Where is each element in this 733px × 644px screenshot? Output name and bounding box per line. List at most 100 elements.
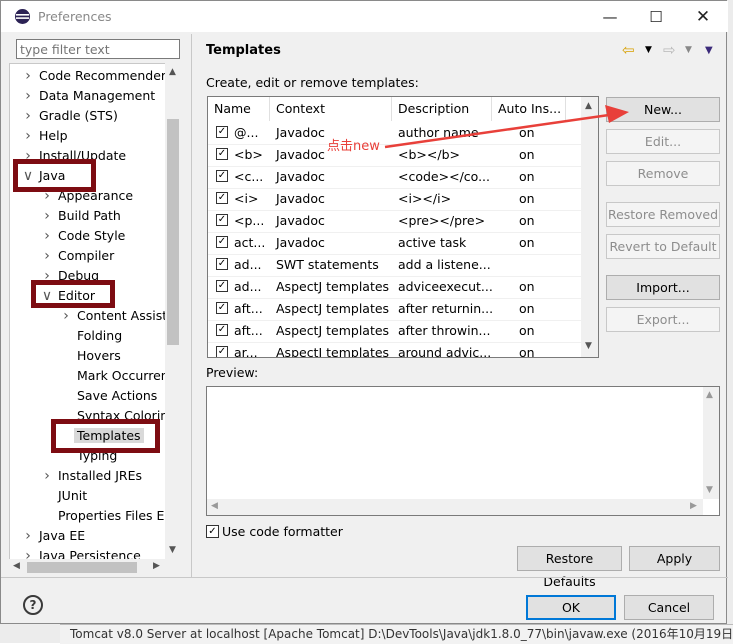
- back-arrow-icon[interactable]: ⇦: [622, 41, 635, 59]
- row-enabled-checkbox[interactable]: ✓: [216, 302, 228, 314]
- restore-defaults-button[interactable]: Restore Defaults: [517, 546, 622, 589]
- scroll-right-icon[interactable]: ▶: [153, 561, 160, 571]
- cell-auto: on: [519, 169, 535, 184]
- tree-item-label: Hovers: [77, 348, 121, 363]
- collapsed-chevron-icon[interactable]: ›: [58, 306, 74, 326]
- tree-item-label: Code Recommenders: [39, 68, 173, 83]
- remove-button[interactable]: Remove: [606, 161, 720, 186]
- collapsed-chevron-icon[interactable]: ›: [20, 106, 36, 126]
- scroll-up-icon[interactable]: ▲: [169, 67, 176, 77]
- preview-area[interactable]: [206, 386, 720, 516]
- revert-to-default-button[interactable]: Revert to Default: [606, 234, 720, 259]
- maximize-icon[interactable]: ☐: [633, 1, 679, 32]
- help-icon[interactable]: ?: [23, 595, 43, 615]
- cell-context: Javadoc: [276, 169, 325, 184]
- table-row[interactable]: ✓ <i> Javadoc <i></i> on: [208, 188, 582, 211]
- filter-input[interactable]: [16, 39, 180, 59]
- tree-item[interactable]: › Java EE: [20, 526, 88, 546]
- collapsed-chevron-icon[interactable]: ›: [20, 86, 36, 106]
- cell-context: AspectJ templates: [276, 323, 390, 338]
- scroll-left-icon[interactable]: ◀: [13, 561, 20, 571]
- preview-scroll-up-icon[interactable]: ▲: [706, 390, 713, 400]
- tree-item[interactable]: › Code Style: [39, 226, 128, 246]
- tree-item[interactable]: Folding: [58, 326, 125, 346]
- apply-button[interactable]: Apply: [629, 546, 720, 571]
- row-enabled-checkbox[interactable]: ✓: [216, 280, 228, 292]
- table-row[interactable]: ✓ aft... AspectJ templates after returnin..…: [208, 298, 582, 321]
- preferences-dialog: Preferences — ☐ ✕ ›Code Recommenders›Dat…: [0, 0, 728, 624]
- table-scroll-down-icon[interactable]: ▼: [585, 341, 592, 351]
- window-title: Preferences: [38, 9, 112, 24]
- collapsed-chevron-icon[interactable]: ›: [39, 466, 55, 486]
- ok-button[interactable]: OK: [526, 595, 616, 620]
- row-enabled-checkbox[interactable]: ✓: [216, 192, 228, 204]
- export-button[interactable]: Export...: [606, 307, 720, 332]
- tree-item-label: Content Assist: [77, 308, 168, 323]
- cancel-button[interactable]: Cancel: [624, 595, 714, 620]
- table-row[interactable]: ✓ ar... AspectJ templates around advic... on: [208, 342, 582, 357]
- collapsed-chevron-icon[interactable]: ›: [20, 126, 36, 146]
- close-icon[interactable]: ✕: [680, 1, 726, 32]
- table-row[interactable]: ✓ <p... Javadoc <pre></pre> on: [208, 210, 582, 233]
- cell-name: <i>: [234, 191, 259, 206]
- row-enabled-checkbox[interactable]: ✓: [216, 170, 228, 182]
- row-enabled-checkbox[interactable]: ✓: [216, 126, 228, 138]
- collapsed-chevron-icon[interactable]: ›: [20, 526, 36, 546]
- scroll-down-icon[interactable]: ▼: [169, 545, 176, 555]
- back-menu-icon[interactable]: ▼: [645, 45, 652, 55]
- collapsed-chevron-icon[interactable]: ›: [20, 66, 36, 86]
- tree-item[interactable]: › Help: [20, 126, 71, 146]
- cell-name: act...: [234, 235, 266, 250]
- row-enabled-checkbox[interactable]: ✓: [216, 346, 228, 357]
- highlight-templates: [51, 419, 160, 453]
- table-row[interactable]: ✓ <c... Javadoc <code></co... on: [208, 166, 582, 189]
- preview-scroll-right-icon[interactable]: ▶: [690, 501, 697, 511]
- tree-scroll-thumb[interactable]: [167, 119, 179, 345]
- title-bar: Preferences — ☐ ✕: [1, 1, 728, 32]
- tree-item[interactable]: Save Actions: [58, 386, 160, 406]
- cell-description: after returnin...: [398, 301, 492, 316]
- table-row[interactable]: ✓ aft... AspectJ templates after throwin...…: [208, 320, 582, 343]
- tree-item[interactable]: › Code Recommenders: [20, 66, 176, 86]
- preview-hscrollbar[interactable]: ◀ ▶: [207, 499, 703, 515]
- column-header-context[interactable]: Context: [270, 97, 392, 121]
- tree-item[interactable]: › Compiler: [39, 246, 117, 266]
- cell-description: <pre></pre>: [398, 213, 486, 228]
- table-row[interactable]: ✓ act... Javadoc active task on: [208, 232, 582, 255]
- collapsed-chevron-icon[interactable]: ›: [39, 246, 55, 266]
- nav-toolbar: ⇦ ▼ ⇨ ▼ ▼: [618, 41, 728, 61]
- tree-item[interactable]: JUnit: [39, 486, 90, 506]
- restore-removed-button[interactable]: Restore Removed: [606, 202, 720, 227]
- view-menu-icon[interactable]: ▼: [705, 45, 713, 56]
- table-row[interactable]: ✓ ad... SWT statements add a listene...: [208, 254, 582, 277]
- cell-name: ad...: [234, 279, 262, 294]
- tree-item-label: Data Management: [39, 88, 156, 103]
- preview-scroll-down-icon[interactable]: ▼: [706, 485, 713, 495]
- tree-item[interactable]: › Gradle (STS): [20, 106, 121, 126]
- row-enabled-checkbox[interactable]: ✓: [216, 324, 228, 336]
- tree-item[interactable]: Properties Files Ed: [39, 506, 175, 526]
- column-header-name[interactable]: Name: [208, 97, 270, 121]
- use-code-formatter-checkbox[interactable]: ✓: [206, 525, 219, 538]
- row-enabled-checkbox[interactable]: ✓: [216, 148, 228, 160]
- tree-item[interactable]: Hovers: [58, 346, 124, 366]
- forward-arrow-icon[interactable]: ⇨: [663, 41, 676, 59]
- tree-item[interactable]: › Installed JREs: [39, 466, 145, 486]
- collapsed-chevron-icon[interactable]: ›: [39, 226, 55, 246]
- tree-item[interactable]: › Build Path: [39, 206, 124, 226]
- preview-vscrollbar[interactable]: ▲ ▼: [703, 387, 719, 499]
- row-enabled-checkbox[interactable]: ✓: [216, 258, 228, 270]
- tree-item[interactable]: Mark Occurren: [58, 366, 172, 386]
- minimize-icon[interactable]: —: [587, 1, 633, 32]
- cell-context: Javadoc: [276, 191, 325, 206]
- table-row[interactable]: ✓ ad... AspectJ templates adviceexecut... on: [208, 276, 582, 299]
- tree-hscroll-thumb[interactable]: [27, 562, 137, 573]
- collapsed-chevron-icon[interactable]: ›: [39, 206, 55, 226]
- preview-scroll-left-icon[interactable]: ◀: [211, 501, 218, 511]
- import-button[interactable]: Import...: [606, 275, 720, 300]
- tree-item[interactable]: › Content Assist: [58, 306, 170, 326]
- row-enabled-checkbox[interactable]: ✓: [216, 236, 228, 248]
- forward-menu-icon[interactable]: ▼: [685, 45, 692, 55]
- tree-item[interactable]: › Data Management: [20, 86, 158, 106]
- row-enabled-checkbox[interactable]: ✓: [216, 214, 228, 226]
